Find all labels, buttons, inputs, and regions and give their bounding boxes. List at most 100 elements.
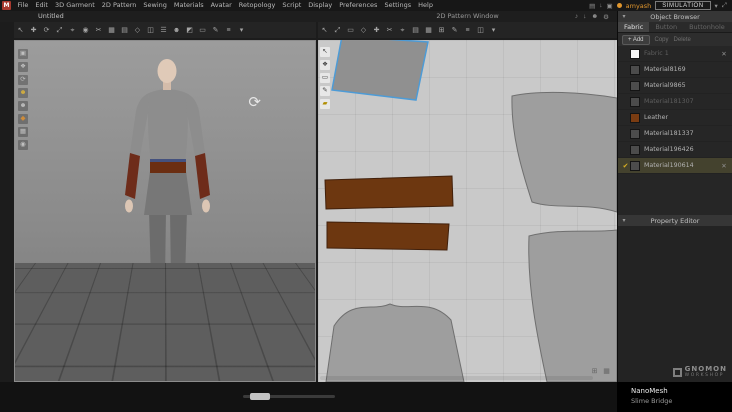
menu-item[interactable]: Materials: [170, 0, 207, 11]
collapse-caret-icon[interactable]: ▾: [618, 13, 630, 20]
plane-icon[interactable]: ▭: [196, 24, 209, 37]
rotate-view-gizmo[interactable]: ⟳: [248, 93, 261, 111]
menu-item[interactable]: Display: [305, 0, 336, 11]
avatar-icon[interactable]: ☻: [170, 24, 183, 37]
object-browser-tab[interactable]: Fabric: [618, 22, 650, 32]
rect-pattern-icon[interactable]: ▭: [320, 73, 330, 83]
menu-item[interactable]: File: [14, 0, 32, 11]
list-2d-icon[interactable]: ≡: [461, 24, 474, 37]
menu-item[interactable]: Settings: [381, 0, 415, 11]
settings-icon[interactable]: ⚙: [603, 13, 609, 21]
transform-2d-icon[interactable]: ⤢: [331, 24, 344, 37]
leather-belt-piece-1[interactable]: [324, 175, 454, 210]
polygon-2d-icon[interactable]: ◇: [357, 24, 370, 37]
add-point-2d-icon[interactable]: ✚: [370, 24, 383, 37]
tunic-skirt[interactable]: [144, 171, 192, 215]
copy-fabric-button[interactable]: Copy: [655, 37, 669, 43]
menu-item[interactable]: Retopology: [235, 0, 279, 11]
gizmo-icon[interactable]: ⌖: [66, 24, 79, 37]
right-forearm-cuff[interactable]: [195, 153, 210, 199]
username[interactable]: amyash: [626, 2, 652, 10]
select-icon[interactable]: ↖: [14, 24, 27, 37]
menu-item[interactable]: 2D Pattern: [98, 0, 140, 11]
mesh-icon[interactable]: ▦: [105, 24, 118, 37]
select-2d-icon[interactable]: ↖: [318, 24, 331, 37]
menu-item[interactable]: Edit: [32, 0, 52, 11]
download-icon[interactable]: ↓: [583, 13, 586, 20]
grid-toggle-icon[interactable]: ⊞: [590, 367, 599, 376]
fullscreen-icon[interactable]: ⤢: [722, 2, 727, 10]
download-icon[interactable]: ↓: [599, 2, 602, 10]
pan-pattern-icon[interactable]: ❖: [320, 60, 330, 70]
stack-icon[interactable]: ≡: [222, 24, 235, 37]
fabric-row[interactable]: Material9865: [618, 78, 732, 94]
edit-pattern-icon[interactable]: ✎: [320, 86, 330, 96]
target-2d-icon[interactable]: ⌖: [396, 24, 409, 37]
object-browser-tab[interactable]: Button: [649, 22, 683, 32]
avatar-3d[interactable]: [15, 41, 316, 382]
dropdown-icon[interactable]: ▾: [715, 2, 718, 10]
show-avatar-icon[interactable]: ☻: [18, 88, 28, 98]
right-upper-sleeve[interactable]: [186, 93, 205, 156]
menu-item[interactable]: Sewing: [140, 0, 171, 11]
pants-right-leg[interactable]: [170, 211, 187, 279]
left-upper-sleeve[interactable]: [130, 93, 149, 156]
pin-icon[interactable]: ◉: [79, 24, 92, 37]
back-piece[interactable]: [325, 303, 465, 382]
texture-toggle-icon[interactable]: ▦: [602, 367, 611, 376]
layers-icon[interactable]: ▤: [118, 24, 131, 37]
garment-torso[interactable]: [147, 89, 188, 161]
note-icon[interactable]: ▰: [320, 99, 330, 109]
rect-2d-icon[interactable]: ▭: [344, 24, 357, 37]
add-fabric-button[interactable]: + Add: [622, 34, 650, 45]
mesh-display-icon[interactable]: ▦: [18, 127, 28, 137]
bodice-piece-upper[interactable]: [511, 91, 617, 213]
reset-view-icon[interactable]: ⟳: [18, 75, 28, 85]
fabric-row[interactable]: ✔ Material190614 ✕: [618, 158, 732, 174]
bodice-piece-lower[interactable]: [528, 229, 617, 382]
fabric-row[interactable]: Material181337: [618, 126, 732, 142]
menu-item[interactable]: Preferences: [336, 0, 381, 11]
library-icon[interactable]: ▤: [589, 2, 595, 10]
menu-item[interactable]: Avatar: [207, 0, 235, 11]
delete-fabric-button[interactable]: Delete: [674, 37, 691, 43]
trash-icon[interactable]: ✕: [719, 50, 729, 58]
show-garment-icon[interactable]: ◆: [18, 114, 28, 124]
pants-left-leg[interactable]: [149, 211, 166, 279]
selected-pattern-piece[interactable]: [331, 40, 429, 101]
menu-item[interactable]: Script: [279, 0, 305, 11]
leather-belt-piece-2[interactable]: [326, 221, 450, 251]
edit-2d-icon[interactable]: ✎: [448, 24, 461, 37]
menu-item[interactable]: 3D Garment: [51, 0, 98, 11]
menu-item[interactable]: Help: [415, 0, 437, 11]
grid-2d-icon[interactable]: ▦: [422, 24, 435, 37]
pins-display-icon[interactable]: ◉: [18, 140, 28, 150]
object-browser-tab[interactable]: Buttonhole: [683, 22, 731, 32]
fabric-row[interactable]: Material8169: [618, 62, 732, 78]
simulation-button[interactable]: SIMULATION: [655, 1, 711, 10]
account-icon[interactable]: ☻: [591, 13, 598, 20]
more-icon[interactable]: ▾: [235, 24, 248, 37]
fabric-row[interactable]: Leather: [618, 110, 732, 126]
window-icon[interactable]: ◫: [144, 24, 157, 37]
viewport-3d[interactable]: ▣ ❖ ⟳ ☻ ☻ ◆ ▦ ◉ ⟳: [14, 40, 316, 382]
rotate-icon[interactable]: ⟳: [40, 24, 53, 37]
collapse-caret-icon[interactable]: ▾: [618, 217, 630, 224]
fabric-row[interactable]: Fabric 1 ✕: [618, 46, 732, 62]
pan-icon[interactable]: ❖: [18, 62, 28, 72]
zoom-slider-thumb[interactable]: [250, 393, 270, 400]
texture-2d-icon[interactable]: ⊞: [435, 24, 448, 37]
overlay-icon[interactable]: ◩: [183, 24, 196, 37]
fabric-row[interactable]: Material196426: [618, 142, 732, 158]
more-2d-icon[interactable]: ▾: [487, 24, 500, 37]
move-icon[interactable]: ✚: [27, 24, 40, 37]
cut-2d-icon[interactable]: ✂: [383, 24, 396, 37]
garment-tab[interactable]: Untitled: [38, 11, 64, 22]
pattern-hscrollbar[interactable]: [320, 376, 593, 380]
list-icon[interactable]: ☰: [157, 24, 170, 37]
rows-2d-icon[interactable]: ▤: [409, 24, 422, 37]
scissors-icon[interactable]: ✂: [92, 24, 105, 37]
diamond-icon[interactable]: ◇: [131, 24, 144, 37]
sound-icon[interactable]: ♪: [575, 13, 578, 20]
trash-icon[interactable]: ✕: [719, 162, 729, 170]
